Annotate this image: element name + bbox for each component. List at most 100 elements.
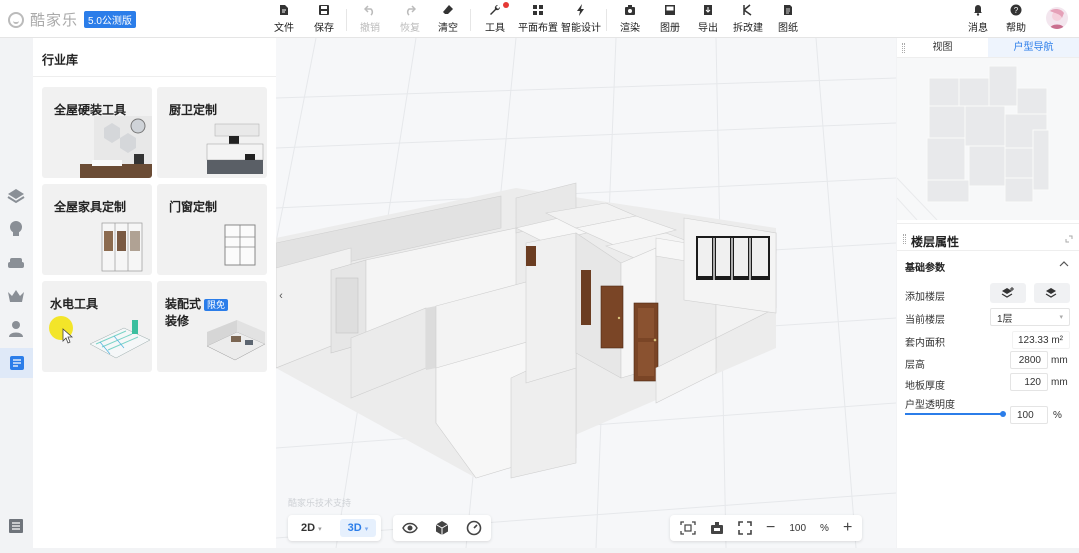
rail-catalog-button[interactable] (0, 348, 33, 378)
rail-list-button[interactable] (6, 516, 26, 536)
window-illustration (224, 224, 256, 266)
zoom-value[interactable]: 100 (789, 523, 806, 534)
drag-handle-icon[interactable] (903, 234, 906, 244)
notification-dot (503, 2, 509, 8)
save-button[interactable]: 保存 (314, 4, 334, 34)
toolbar-divider (606, 9, 607, 31)
camera-icon (625, 5, 635, 15)
chevron-up-icon[interactable] (1059, 260, 1069, 267)
rail-lighting-button[interactable] (6, 219, 26, 239)
floorplan-minimap[interactable] (896, 58, 1079, 221)
free-badge: 限免 (204, 299, 229, 311)
floor-layout-button[interactable]: 平面布置 (518, 4, 558, 34)
user-avatar[interactable] (1046, 7, 1068, 29)
expand-icon[interactable] (1065, 235, 1073, 243)
add-floor-below-button[interactable] (1034, 283, 1070, 303)
layer-insert-icon (1045, 288, 1057, 298)
add-floor-above-button[interactable] (990, 283, 1026, 303)
card-doors-windows[interactable]: 门窗定制 (157, 184, 267, 275)
inner-area-unit: m² (1051, 334, 1063, 346)
gallery-button[interactable]: 图册 (660, 4, 680, 34)
inner-area-label: 套内面积 (905, 338, 945, 349)
opacity-slider-fill (905, 413, 1003, 415)
tab-view[interactable]: 视图 (897, 38, 988, 57)
sofa-icon (8, 258, 24, 268)
eraser-icon (443, 5, 453, 14)
view-mode-3d-label: 3D (347, 522, 362, 534)
card-hard-decoration[interactable]: 全屋硬装工具 (42, 87, 152, 178)
card-whole-house-furniture[interactable]: 全屋家具定制 (42, 184, 152, 275)
opacity-slider[interactable] (905, 411, 1006, 417)
redo-icon (406, 5, 416, 16)
redo-button[interactable]: 恢复 (400, 4, 420, 34)
zoom-in-button[interactable]: + (843, 520, 852, 536)
eye-icon[interactable] (402, 521, 418, 535)
collapse-left-panel-button[interactable]: ‹ (276, 285, 286, 307)
card-title-line1: 装配式 (165, 297, 202, 311)
messages-button[interactable]: 消息 (968, 4, 988, 34)
drawings-button[interactable]: 图纸 (778, 4, 798, 34)
lightning-icon (577, 4, 584, 16)
fit-view-icon[interactable] (680, 521, 696, 535)
floor-height-unit: mm (1051, 355, 1068, 366)
chevron-down-icon: ▾ (318, 526, 322, 533)
rail-premium-button[interactable] (6, 286, 26, 306)
current-floor-label: 当前楼层 (905, 315, 945, 326)
opacity-input[interactable]: 100 (1010, 406, 1048, 424)
card-prefab-decoration[interactable]: 装配式 限免 装修 (157, 281, 267, 372)
slab-thickness-input[interactable]: 120 (1010, 373, 1048, 391)
export-button[interactable]: 导出 (698, 4, 718, 34)
gallery-label: 图册 (660, 23, 680, 34)
file-button[interactable]: 文件 (274, 4, 294, 34)
cube-icon[interactable] (434, 520, 450, 536)
export-label: 导出 (698, 23, 718, 34)
floor-layout-label: 平面布置 (518, 23, 558, 34)
crown-icon (8, 290, 24, 302)
view-mode-2d[interactable]: 2D ▾ (293, 519, 330, 537)
smart-design-label: 智能设计 (561, 23, 601, 34)
clear-button[interactable]: 清空 (438, 4, 458, 34)
tools-button[interactable]: 工具 (485, 2, 509, 34)
messages-label: 消息 (968, 23, 988, 34)
panel-divider (897, 223, 1079, 224)
file-icon (280, 5, 288, 15)
zoom-out-button[interactable]: − (766, 520, 775, 536)
card-kitchen-bath[interactable]: 厨卫定制 (157, 87, 267, 178)
demolish-icon (743, 4, 752, 16)
floor-height-input[interactable]: 2800 (1010, 351, 1048, 369)
card-plumbing-electric[interactable]: 水电工具 (42, 281, 152, 372)
drag-handle-icon[interactable] (902, 43, 905, 53)
drawings-icon (784, 5, 792, 15)
save-icon (319, 5, 329, 15)
bathroom-illustration (80, 116, 152, 178)
svg-text:?: ? (1014, 6, 1019, 15)
floor-height-label: 层高 (905, 360, 925, 371)
left-icon-rail (0, 38, 33, 553)
gauge-icon[interactable] (466, 520, 482, 536)
view-mode-2d-label: 2D (301, 522, 316, 534)
undo-button[interactable]: 撤销 (360, 4, 380, 34)
render-button[interactable]: 渲染 (620, 4, 640, 34)
smart-design-button[interactable]: 智能设计 (561, 4, 601, 34)
tab-floorplan-nav[interactable]: 户型导航 (988, 38, 1079, 57)
rail-user-button[interactable] (6, 319, 26, 339)
rail-furniture-button[interactable] (6, 253, 26, 273)
industry-library-panel: 行业库 全屋硬装工具 厨卫定制 全屋家具定制 门窗定制 水电工具 装配式 限免 … (33, 38, 276, 548)
basic-params-title: 基础参数 (905, 263, 945, 274)
layers-icon (7, 189, 25, 204)
brand[interactable]: 酷家乐 5.0公测版 (8, 9, 136, 30)
undo-label: 撤销 (360, 23, 380, 34)
inner-area-value: 123.33 (1017, 334, 1049, 346)
plumbing-illustration (89, 320, 151, 359)
view-mode-3d[interactable]: 3D ▾ (339, 519, 377, 537)
rail-layers-button[interactable] (6, 186, 26, 206)
fullscreen-icon[interactable] (738, 521, 752, 535)
current-floor-select[interactable]: 1层 ▾ (990, 308, 1070, 326)
3d-viewport[interactable]: ‹ 酷家乐技术支持 2D ▾ 3D ▾ − 100 % + (276, 38, 896, 548)
render-label: 渲染 (620, 23, 640, 34)
demolish-button[interactable]: 拆改建 (733, 4, 763, 34)
right-panel: 视图 户型导航 楼层属性 基础参数 添加楼层 当前楼层 1层 ▾ 套内面积 12… (896, 38, 1079, 548)
opacity-slider-handle[interactable] (1000, 411, 1006, 417)
camera-view-icon[interactable] (710, 521, 724, 535)
help-button[interactable]: ? 帮助 (1006, 4, 1026, 34)
